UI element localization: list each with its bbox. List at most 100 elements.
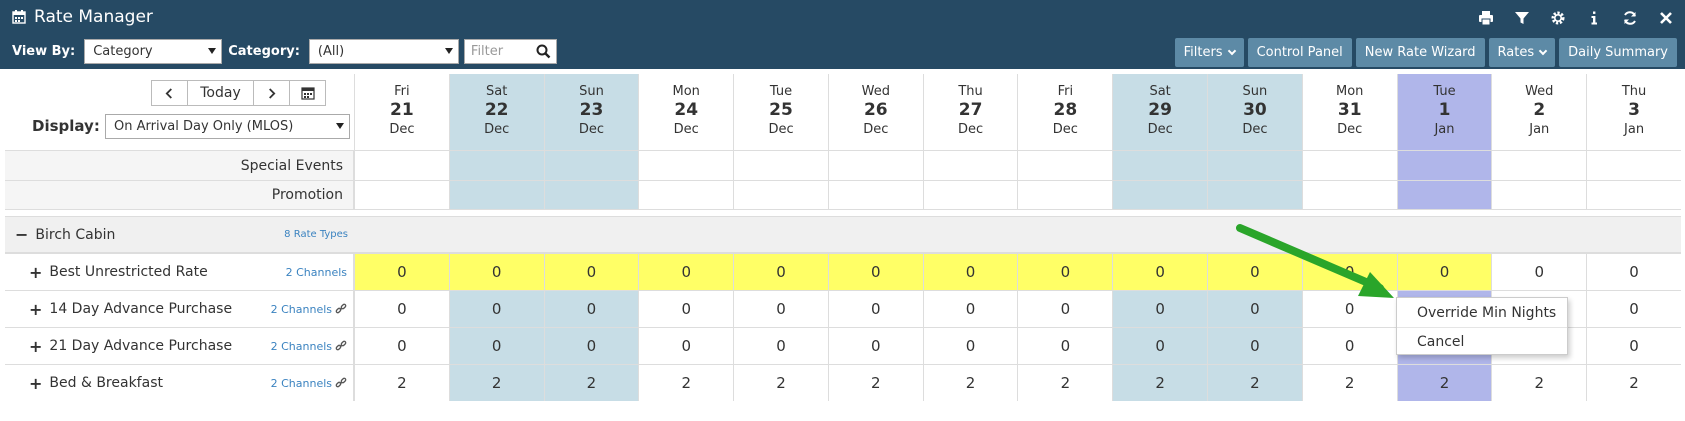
date-column-header[interactable]: Sat 22 Dec <box>448 74 544 150</box>
rate-cell[interactable]: 0 <box>354 328 449 364</box>
date-column-header[interactable]: Sat 29 Dec <box>1112 74 1208 150</box>
channels-link[interactable]: 2 Channels <box>286 266 347 279</box>
info-cell[interactable] <box>638 151 734 180</box>
info-cell[interactable] <box>827 181 923 209</box>
info-cell[interactable] <box>1301 181 1397 209</box>
rate-cell[interactable]: 0 <box>448 254 544 290</box>
rate-cell[interactable]: 2 <box>733 365 828 401</box>
new-rate-wizard-button[interactable]: New Rate Wizard <box>1355 38 1485 67</box>
filters-button[interactable]: Filters <box>1174 38 1244 67</box>
prev-button[interactable] <box>151 80 188 106</box>
rate-cell[interactable]: 2 <box>354 365 449 401</box>
cancel-menu-item[interactable]: Cancel <box>1397 327 1567 356</box>
rate-cell[interactable]: 0 <box>448 328 544 364</box>
rate-cell[interactable]: 0 <box>1017 291 1113 327</box>
info-cell[interactable] <box>1017 181 1113 209</box>
display-select[interactable]: On Arrival Day Only (MLOS) <box>105 114 350 139</box>
rate-cell[interactable]: 0 <box>733 254 828 290</box>
rate-cell[interactable]: 2 <box>1491 365 1587 401</box>
date-column-header[interactable]: Fri 21 Dec <box>354 74 449 150</box>
rate-cell[interactable]: 0 <box>543 291 639 327</box>
rate-cell[interactable]: 0 <box>1112 254 1208 290</box>
info-cell[interactable] <box>448 151 544 180</box>
rate-cell[interactable]: 0 <box>733 328 828 364</box>
info-cell[interactable] <box>354 151 449 180</box>
date-column-header[interactable]: Sun 30 Dec <box>1207 74 1302 150</box>
view-by-select[interactable]: Category <box>84 39 223 64</box>
expand-icon[interactable]: + <box>29 374 42 393</box>
gear-icon[interactable] <box>1547 7 1569 29</box>
channels-link[interactable]: 2 Channels <box>271 340 347 353</box>
date-column-header[interactable]: Tue 1 Jan <box>1396 74 1492 150</box>
rate-cell[interactable]: 0 <box>1112 328 1208 364</box>
rate-cell[interactable]: 0 <box>827 328 923 364</box>
info-cell[interactable] <box>1207 151 1302 180</box>
filter-icon[interactable] <box>1511 7 1533 29</box>
info-icon[interactable] <box>1583 7 1605 29</box>
channels-link[interactable]: 2 Channels <box>271 303 347 316</box>
channels-link[interactable]: 2 Channels <box>271 377 347 390</box>
info-cell[interactable] <box>1586 181 1681 209</box>
rate-cell[interactable]: 0 <box>1586 254 1681 290</box>
rate-cell[interactable]: 0 <box>827 291 923 327</box>
date-column-header[interactable]: Tue 25 Dec <box>733 74 828 150</box>
rate-cell[interactable]: 0 <box>1586 328 1681 364</box>
info-cell[interactable] <box>922 181 1018 209</box>
date-column-header[interactable]: Sun 23 Dec <box>543 74 639 150</box>
rate-cell[interactable]: 0 <box>1586 291 1681 327</box>
info-cell[interactable] <box>1207 181 1302 209</box>
rate-cell[interactable]: 0 <box>1017 328 1113 364</box>
search-icon[interactable] <box>536 44 551 59</box>
info-cell[interactable] <box>448 181 544 209</box>
date-column-header[interactable]: Wed 26 Dec <box>827 74 923 150</box>
category-row[interactable]: − Birch Cabin 8 Rate Types <box>5 216 1681 253</box>
print-icon[interactable] <box>1475 7 1497 29</box>
info-cell[interactable] <box>1301 151 1397 180</box>
rates-button[interactable]: Rates <box>1488 38 1556 67</box>
info-cell[interactable] <box>827 151 923 180</box>
info-cell[interactable] <box>922 151 1018 180</box>
rate-cell[interactable]: 2 <box>1017 365 1113 401</box>
info-cell[interactable] <box>733 181 828 209</box>
rate-cell[interactable]: 2 <box>638 365 734 401</box>
date-picker-button[interactable] <box>289 80 326 106</box>
today-button[interactable]: Today <box>187 80 254 106</box>
override-min-nights-menu-item[interactable]: Override Min Nights <box>1397 298 1567 327</box>
filter-input[interactable]: Filter <box>463 39 557 64</box>
info-cell[interactable] <box>543 151 639 180</box>
rate-cell[interactable]: 2 <box>1207 365 1302 401</box>
control-panel-button[interactable]: Control Panel <box>1247 38 1352 67</box>
category-select[interactable]: (All) <box>308 39 459 64</box>
rate-cell[interactable]: 0 <box>1301 328 1397 364</box>
info-cell[interactable] <box>1112 181 1208 209</box>
rate-cell[interactable]: 0 <box>638 291 734 327</box>
info-cell[interactable] <box>1112 151 1208 180</box>
rate-cell[interactable]: 0 <box>1112 291 1208 327</box>
rate-cell[interactable]: 0 <box>638 254 734 290</box>
expand-icon[interactable]: + <box>29 263 42 282</box>
rate-cell[interactable]: 2 <box>1301 365 1397 401</box>
date-column-header[interactable]: Mon 24 Dec <box>638 74 733 150</box>
rate-cell[interactable]: 0 <box>922 254 1018 290</box>
rate-cell[interactable]: 2 <box>448 365 544 401</box>
rate-cell[interactable]: 0 <box>638 328 734 364</box>
info-cell[interactable] <box>1396 151 1492 180</box>
rate-cell[interactable]: 2 <box>1586 365 1681 401</box>
rate-cell[interactable]: 0 <box>543 254 639 290</box>
rate-cell[interactable]: 0 <box>543 328 639 364</box>
info-cell[interactable] <box>638 181 734 209</box>
close-icon[interactable] <box>1655 7 1677 29</box>
rate-cell[interactable]: 0 <box>922 328 1018 364</box>
expand-icon[interactable]: + <box>29 337 42 356</box>
refresh-icon[interactable] <box>1619 7 1641 29</box>
next-button[interactable] <box>253 80 290 106</box>
rate-cell[interactable]: 0 <box>922 291 1018 327</box>
date-column-header[interactable]: Thu 3 Jan <box>1586 74 1681 150</box>
rate-cell[interactable]: 2 <box>1112 365 1208 401</box>
info-cell[interactable] <box>1586 151 1681 180</box>
rate-cell[interactable]: 2 <box>543 365 639 401</box>
rate-cell[interactable]: 0 <box>733 291 828 327</box>
info-cell[interactable] <box>354 181 449 209</box>
rate-cell[interactable]: 0 <box>1491 254 1587 290</box>
rate-cell[interactable]: 0 <box>448 291 544 327</box>
